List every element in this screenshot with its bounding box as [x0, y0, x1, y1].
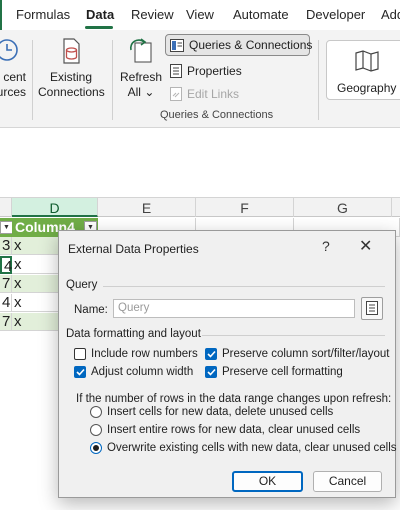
refresh-all-button[interactable]: Refresh All ⌄: [118, 36, 164, 100]
ribbon-separator: [112, 40, 113, 120]
checkbox-box: [205, 366, 217, 378]
column-header-g[interactable]: G: [294, 198, 392, 217]
ribbon-separator: [318, 40, 319, 120]
preserve-sort-label: Preserve column sort/filter/layout: [222, 348, 390, 360]
cell[interactable]: 7: [0, 275, 12, 293]
adjust-column-width-label: Adjust column width: [91, 366, 194, 378]
recent-sources-label-1: cent: [3, 70, 26, 84]
existing-connections-icon: [63, 38, 80, 64]
column-header-row: D E F G: [0, 197, 400, 217]
preserve-cell-formatting-label: Preserve cell formatting: [222, 366, 343, 378]
checkbox-box: [74, 348, 86, 360]
column-header-f[interactable]: F: [196, 198, 294, 217]
radio-circle: [90, 442, 102, 454]
refresh-all-icon: [129, 38, 152, 63]
ribbon-tab-bar: Formulas Data Review View Automate Devel…: [0, 0, 400, 30]
query-name-field[interactable]: Query: [113, 299, 355, 318]
help-icon[interactable]: ?: [322, 238, 330, 254]
cancel-button[interactable]: Cancel: [313, 471, 382, 492]
edit-links-button[interactable]: Edit Links: [170, 87, 239, 101]
ribbon: cent urces Existing Connections Refresh …: [0, 30, 400, 128]
queries-connections-label: Queries & Connections: [189, 38, 313, 52]
ribbon-group-label: Queries & Connections: [160, 109, 274, 121]
properties-icon: [170, 64, 182, 78]
refresh-all-label-text: All: [127, 85, 141, 99]
chevron-down-icon: ⌄: [144, 85, 155, 99]
include-row-numbers-checkbox[interactable]: Include row numbers: [74, 348, 198, 360]
query-properties-icon: [366, 301, 378, 315]
cell[interactable]: 7: [0, 313, 12, 331]
checkbox-box: [74, 366, 86, 378]
section-divider: [103, 286, 385, 287]
column-header-c[interactable]: [0, 198, 12, 217]
checkbox-box: [205, 348, 217, 360]
overwrite-cells-radio[interactable]: Overwrite existing cells with new data, …: [90, 442, 397, 454]
existing-connections-button[interactable]: Existing Connections: [38, 36, 105, 100]
preserve-sort-checkbox[interactable]: Preserve column sort/filter/layout: [205, 348, 389, 360]
tab-view[interactable]: View: [186, 7, 214, 22]
query-section-label: Query: [66, 279, 98, 291]
include-row-numbers-label: Include row numbers: [91, 348, 198, 360]
properties-button[interactable]: Properties: [170, 64, 242, 78]
recent-sources-button[interactable]: cent urces: [0, 36, 26, 100]
cell[interactable]: 4: [0, 294, 12, 312]
ribbon-separator: [32, 40, 33, 120]
tab-review[interactable]: Review: [131, 7, 174, 22]
refresh-all-label-2: All ⌄: [118, 85, 164, 100]
close-icon[interactable]: ✕: [359, 236, 372, 256]
map-icon: [355, 50, 379, 72]
query-properties-button[interactable]: [361, 297, 383, 320]
dialog-title: External Data Properties: [68, 242, 199, 256]
tab-formulas[interactable]: Formulas: [16, 7, 70, 22]
existing-connections-label-1: Existing: [49, 70, 93, 84]
tab-automate[interactable]: Automate: [233, 7, 289, 22]
ok-button[interactable]: OK: [232, 471, 303, 492]
preserve-cell-formatting-checkbox[interactable]: Preserve cell formatting: [205, 366, 343, 378]
insert-rows-label: Insert entire rows for new data, clear u…: [107, 424, 361, 436]
recent-sources-label-2: urces: [0, 85, 26, 99]
column-header-d[interactable]: D: [12, 198, 98, 217]
refresh-behavior-question: If the number of rows in the data range …: [76, 393, 392, 405]
formatting-section-label: Data formatting and layout: [66, 328, 201, 340]
adjust-column-width-checkbox[interactable]: Adjust column width: [74, 366, 193, 378]
radio-circle: [90, 424, 102, 436]
tab-developer[interactable]: Developer: [306, 7, 365, 22]
check-icon: [206, 350, 216, 358]
section-divider: [202, 335, 385, 336]
insert-cells-label: Insert cells for new data, delete unused…: [107, 406, 334, 418]
edit-links-label: Edit Links: [187, 87, 240, 101]
external-data-properties-dialog: External Data Properties ? ✕ Query Name:…: [58, 230, 397, 498]
queries-connections-icon: [170, 38, 184, 52]
check-icon: [206, 368, 216, 376]
geography-button[interactable]: Geography: [326, 40, 400, 100]
active-cell[interactable]: 4: [0, 256, 12, 275]
properties-label: Properties: [187, 64, 242, 78]
tab-add-ins[interactable]: Add: [381, 7, 400, 22]
refresh-all-label-1: Refresh: [119, 70, 163, 84]
check-icon: [75, 368, 85, 376]
tab-data[interactable]: Data: [86, 7, 114, 22]
edit-links-icon: [170, 87, 182, 101]
tab-edge: [0, 0, 2, 30]
cell[interactable]: 3: [0, 237, 12, 255]
active-tab-indicator: [85, 26, 113, 29]
recent-sources-icon: [0, 39, 18, 61]
name-label: Name:: [74, 304, 108, 316]
queries-connections-item[interactable]: Queries & Connections: [170, 38, 312, 52]
geography-label: Geography: [337, 81, 397, 95]
overwrite-cells-label: Overwrite existing cells with new data, …: [107, 442, 397, 454]
column-header-e[interactable]: E: [98, 198, 196, 217]
existing-connections-label-2: Connections: [38, 85, 105, 99]
radio-circle: [90, 406, 102, 418]
insert-cells-radio[interactable]: Insert cells for new data, delete unused…: [90, 406, 333, 418]
insert-rows-radio[interactable]: Insert entire rows for new data, clear u…: [90, 424, 360, 436]
